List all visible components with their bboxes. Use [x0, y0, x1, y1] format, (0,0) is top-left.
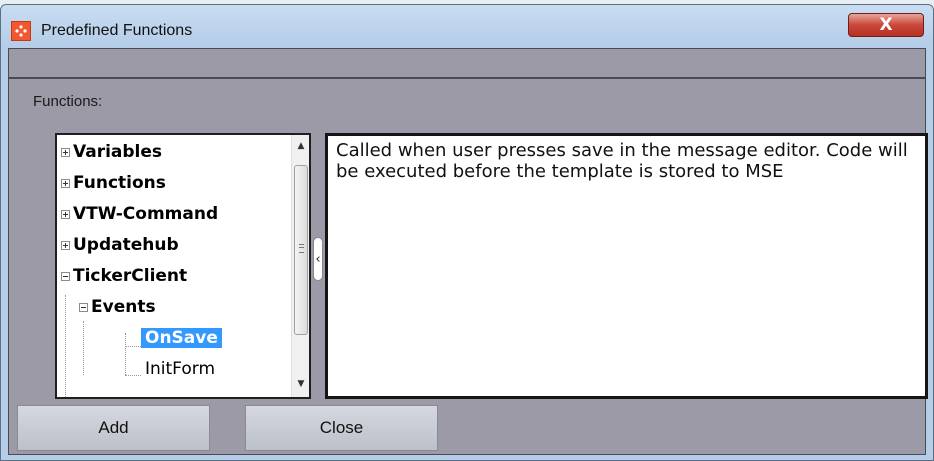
dialog-body: Functions: Variables Functions VTW-Comma… — [8, 48, 928, 455]
functions-label: Functions: — [33, 93, 103, 110]
predefined-functions-dialog: Predefined Functions X Functions: Variab… — [0, 4, 934, 461]
tree-item-updatehub[interactable]: Updatehub — [61, 232, 179, 258]
close-button-label: Close — [319, 418, 364, 437]
top-strip — [9, 49, 925, 78]
functions-tree[interactable]: Variables Functions VTW-Command Updatehu… — [55, 133, 311, 399]
panel-splitter[interactable]: ‹ — [312, 137, 326, 395]
description-text: Called when user presses save in the mes… — [336, 140, 908, 182]
tree-line — [125, 346, 141, 347]
button-bar: Add Close — [9, 405, 925, 455]
title-bar: Predefined Functions X — [1, 5, 933, 47]
tree-item-label: OnSave — [141, 328, 222, 348]
expand-icon[interactable] — [61, 240, 70, 250]
tree-item-label: Functions — [73, 173, 166, 193]
scroll-thumb[interactable] — [294, 165, 308, 335]
tree-item-vtw-command[interactable]: VTW-Command — [61, 201, 218, 227]
grip-icon — [299, 244, 304, 253]
tree-item-initform[interactable]: InitForm — [145, 356, 215, 382]
expand-icon[interactable] — [61, 209, 70, 219]
tree-scrollbar[interactable]: ▲ ▼ — [291, 135, 309, 397]
scroll-down-arrow-icon[interactable]: ▼ — [292, 375, 309, 393]
add-button-label: Add — [98, 418, 129, 437]
functions-group-header: Functions: — [9, 77, 925, 127]
function-description: Called when user presses save in the mes… — [325, 133, 928, 399]
collapse-icon[interactable] — [61, 271, 70, 281]
tree-line — [65, 295, 66, 397]
tree-line — [125, 375, 141, 376]
tree-item-label: VTW-Command — [73, 204, 219, 224]
tree-line — [125, 333, 126, 375]
tree-item-label: Events — [91, 297, 156, 317]
window-title: Predefined Functions — [41, 22, 193, 39]
collapse-icon[interactable] — [79, 302, 88, 312]
tree-item-variables[interactable]: Variables — [61, 139, 162, 165]
tree-item-label: Variables — [73, 142, 163, 162]
scroll-up-arrow-icon[interactable]: ▲ — [292, 137, 309, 155]
close-icon: X — [879, 15, 893, 35]
tree-item-label: InitForm — [145, 359, 216, 379]
close-button[interactable]: Close — [245, 405, 438, 451]
tree-item-onsave[interactable]: OnSave — [141, 325, 222, 351]
expand-icon[interactable] — [61, 178, 70, 188]
tree-line — [83, 321, 84, 375]
app-icon — [11, 21, 31, 41]
tree-item-functions[interactable]: Functions — [61, 170, 166, 196]
tree-item-tickerclient[interactable]: TickerClient — [61, 263, 187, 289]
tree-item-label: Updatehub — [73, 235, 179, 255]
collapse-left-chevron-icon[interactable]: ‹ — [313, 237, 323, 281]
expand-icon[interactable] — [61, 147, 70, 157]
tree-item-label: TickerClient — [73, 266, 188, 286]
close-window-button[interactable]: X — [848, 13, 924, 37]
tree-item-events[interactable]: Events — [79, 294, 156, 320]
add-button[interactable]: Add — [17, 405, 210, 451]
